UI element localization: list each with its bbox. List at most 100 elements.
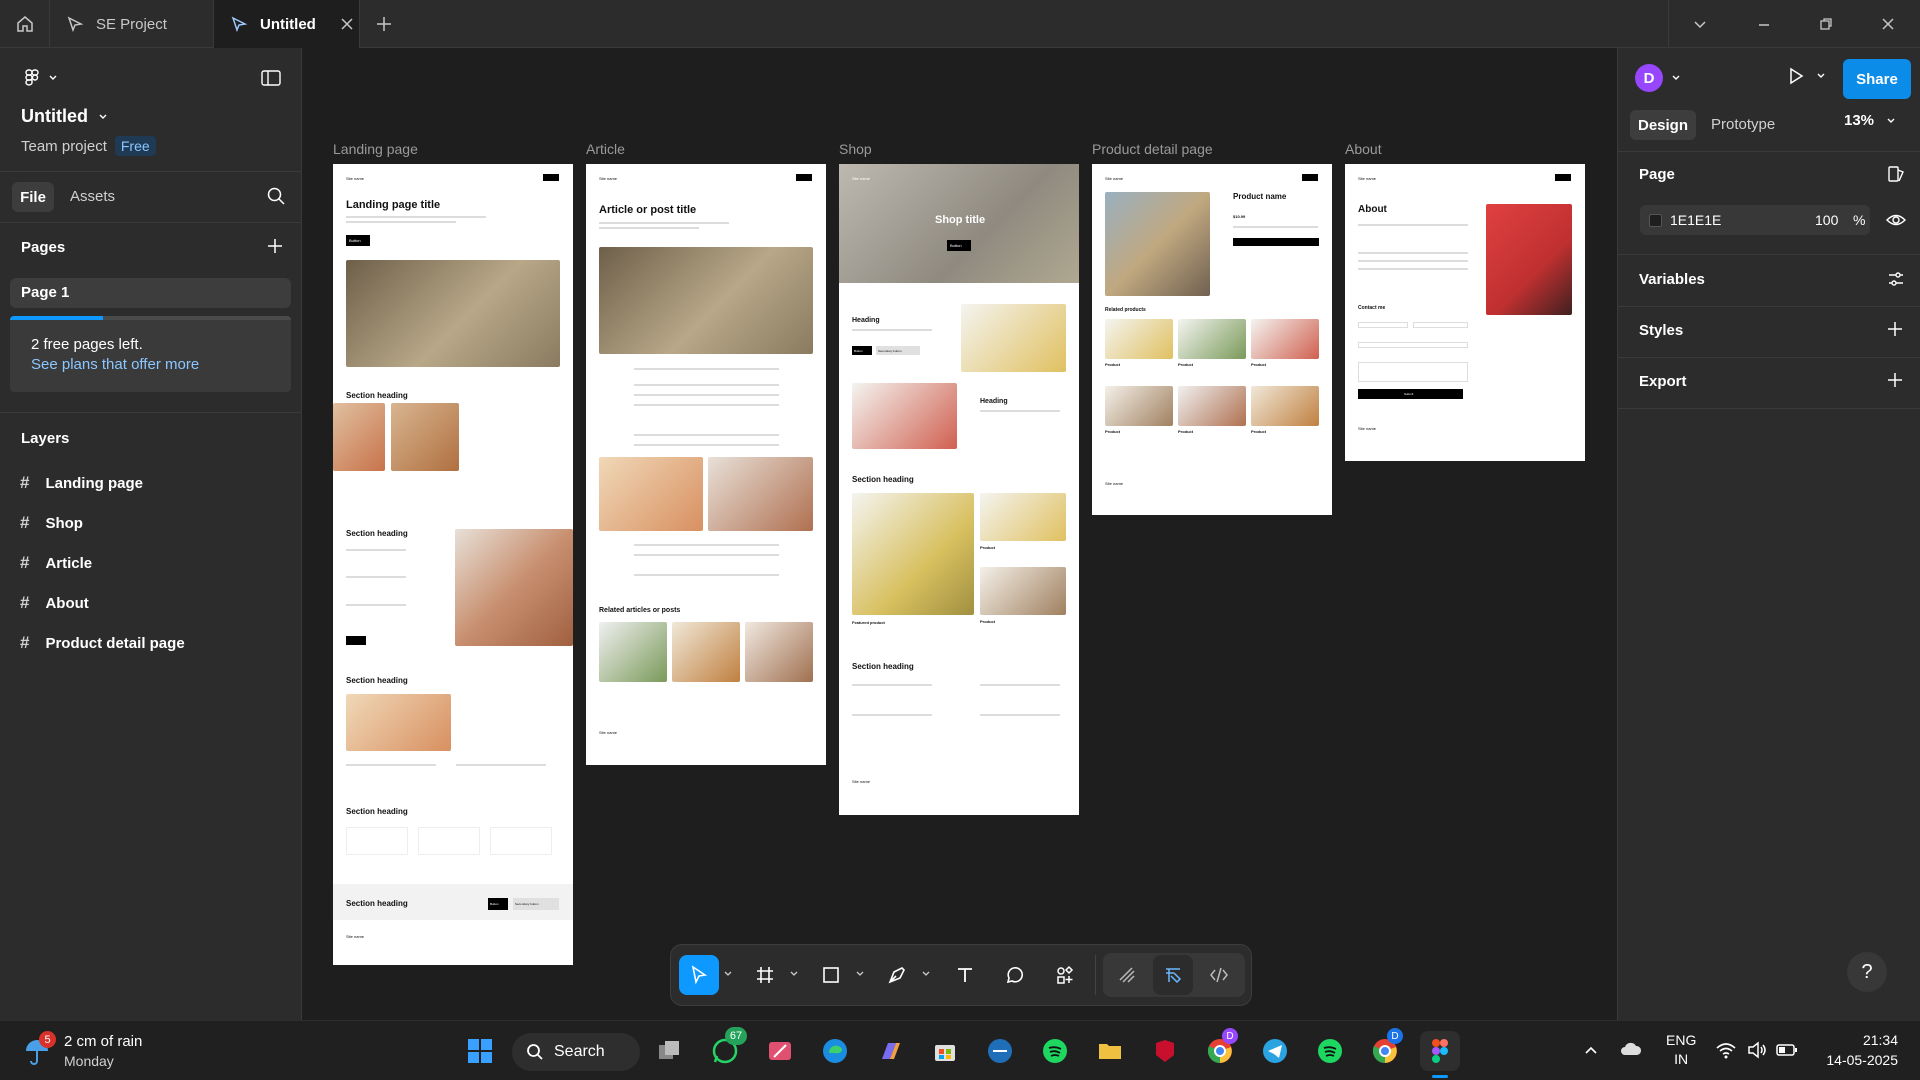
volume-button[interactable] — [1746, 1040, 1768, 1060]
layer-about[interactable]: # About — [20, 593, 89, 613]
frame-label-shop[interactable]: Shop — [839, 141, 872, 157]
tab-untitled[interactable]: Untitled — [214, 0, 360, 48]
dev-mode[interactable] — [1199, 955, 1239, 995]
visibility-toggle[interactable] — [1885, 210, 1907, 230]
weather-widget[interactable]: 5 2 cm of rain Monday — [22, 1031, 242, 1073]
shape-tool[interactable] — [811, 955, 851, 995]
layer-shop[interactable]: # Shop — [20, 513, 83, 533]
task-view-button[interactable] — [649, 1031, 689, 1071]
store-app[interactable] — [925, 1031, 965, 1071]
product-image — [391, 403, 459, 471]
snipping-app[interactable] — [760, 1031, 800, 1071]
telegram-app[interactable] — [1255, 1031, 1295, 1071]
add-page-button[interactable] — [266, 237, 284, 255]
chrome-app[interactable]: D — [1200, 1028, 1240, 1071]
frame-tool[interactable] — [745, 955, 785, 995]
tray-overflow-button[interactable] — [1582, 1041, 1600, 1059]
edge-app[interactable] — [815, 1031, 855, 1071]
tab-assets[interactable]: Assets — [70, 188, 115, 205]
search-label: Search — [554, 1043, 605, 1060]
frame-label-about[interactable]: About — [1345, 141, 1382, 157]
layer-landing-page[interactable]: # Landing page — [20, 473, 143, 493]
color-swatch[interactable] — [1649, 214, 1662, 227]
frame-label-article[interactable]: Article — [586, 141, 625, 157]
taskbar-search[interactable]: Search — [512, 1033, 640, 1071]
text-line — [1358, 252, 1468, 254]
main-menu-button[interactable] — [22, 68, 58, 88]
landing-title: Landing page title — [346, 199, 441, 211]
account-menu[interactable]: D — [1635, 64, 1681, 92]
tab-file[interactable]: File — [12, 182, 54, 212]
home-button[interactable] — [0, 0, 50, 48]
tab-se-project[interactable]: SE Project — [50, 0, 214, 48]
shape-tool-menu[interactable] — [855, 969, 865, 979]
file-explorer-app[interactable] — [1090, 1031, 1130, 1071]
text-tool[interactable] — [945, 955, 985, 995]
see-plans-link[interactable]: See plans that offer more — [31, 356, 199, 373]
pen-tool[interactable] — [877, 955, 917, 995]
text-line — [1358, 268, 1468, 270]
add-export-button[interactable] — [1886, 371, 1904, 389]
zoom-control[interactable]: 13% — [1844, 112, 1896, 129]
bg-hex[interactable]: 1E1E1E — [1670, 212, 1721, 228]
copilot-app[interactable] — [870, 1031, 910, 1071]
page-item-page-1[interactable]: Page 1 — [10, 278, 291, 308]
share-button[interactable]: Share — [1843, 59, 1911, 99]
frame-shop[interactable]: Site name Shop title Button Heading Butt… — [839, 164, 1079, 815]
tab-prototype[interactable]: Prototype — [1711, 116, 1775, 133]
move-tool-menu[interactable] — [723, 969, 733, 979]
new-tab-button[interactable] — [374, 14, 394, 34]
frame-about[interactable]: Site name About Contact me Submit Site n… — [1345, 164, 1585, 461]
text-line — [346, 576, 406, 578]
dell-app[interactable] — [980, 1031, 1020, 1071]
chrome-app-2[interactable]: D — [1365, 1028, 1405, 1071]
frame-article[interactable]: Site name Article or post title Related … — [586, 164, 826, 765]
move-tool[interactable] — [679, 955, 719, 995]
variables-button[interactable] — [1886, 269, 1906, 289]
product-label: Product — [1251, 429, 1267, 434]
close-icon[interactable] — [340, 17, 354, 31]
frame-landing-page[interactable]: Site name Landing page title Button Sect… — [333, 164, 573, 965]
wifi-button[interactable] — [1715, 1040, 1737, 1060]
onedrive-button[interactable] — [1619, 1039, 1643, 1059]
restore-button[interactable] — [1816, 14, 1836, 34]
clock[interactable]: 21:34 14-05-2025 — [1818, 1030, 1898, 1070]
heading: Heading — [980, 398, 1008, 405]
frame-label-product[interactable]: Product detail page — [1092, 141, 1213, 157]
spotify-icon — [1316, 1037, 1344, 1065]
tabs-menu-button[interactable] — [1690, 14, 1710, 34]
whatsapp-app[interactable]: 67 — [705, 1027, 747, 1071]
draw-mode[interactable] — [1107, 955, 1147, 995]
start-button[interactable] — [460, 1031, 500, 1071]
help-button[interactable]: ? — [1847, 952, 1887, 992]
minimize-button[interactable] — [1754, 14, 1774, 34]
comment-tool[interactable] — [995, 955, 1035, 995]
add-style-button[interactable] — [1886, 320, 1904, 338]
present-button[interactable] — [1786, 66, 1826, 86]
bg-opacity[interactable]: 100 — [1815, 212, 1838, 228]
battery-button[interactable] — [1775, 1040, 1799, 1060]
form-field — [1413, 322, 1468, 328]
actions-tool[interactable] — [1045, 955, 1085, 995]
figma-app[interactable] — [1420, 1031, 1460, 1071]
language-indicator[interactable]: ENG IN — [1666, 1031, 1696, 1069]
spotify-app[interactable] — [1035, 1031, 1075, 1071]
mcafee-app[interactable] — [1145, 1031, 1185, 1071]
frame-product-detail[interactable]: Site name Product name $10.99 Related pr… — [1092, 164, 1332, 515]
spotify-app-2[interactable] — [1310, 1031, 1350, 1071]
frame-tool-menu[interactable] — [789, 969, 799, 979]
toggle-sidebar-button[interactable] — [260, 68, 282, 88]
layer-article[interactable]: # Article — [20, 553, 92, 573]
tab-design[interactable]: Design — [1630, 110, 1696, 140]
file-name-button[interactable]: Untitled — [21, 106, 108, 127]
pen-tool-menu[interactable] — [921, 969, 931, 979]
frame-label-landing[interactable]: Landing page — [333, 141, 418, 157]
design-mode[interactable] — [1153, 955, 1193, 995]
search-button[interactable] — [266, 186, 286, 206]
canvas[interactable]: Landing page Article Shop Product detail… — [303, 48, 1616, 1020]
library-button[interactable] — [1886, 164, 1906, 184]
layer-product-detail-page[interactable]: # Product detail page — [20, 633, 185, 653]
related-heading: Related articles or posts — [599, 607, 681, 614]
page-background-field[interactable]: 1E1E1E 100 % — [1640, 205, 1870, 235]
close-window-button[interactable] — [1878, 14, 1898, 34]
